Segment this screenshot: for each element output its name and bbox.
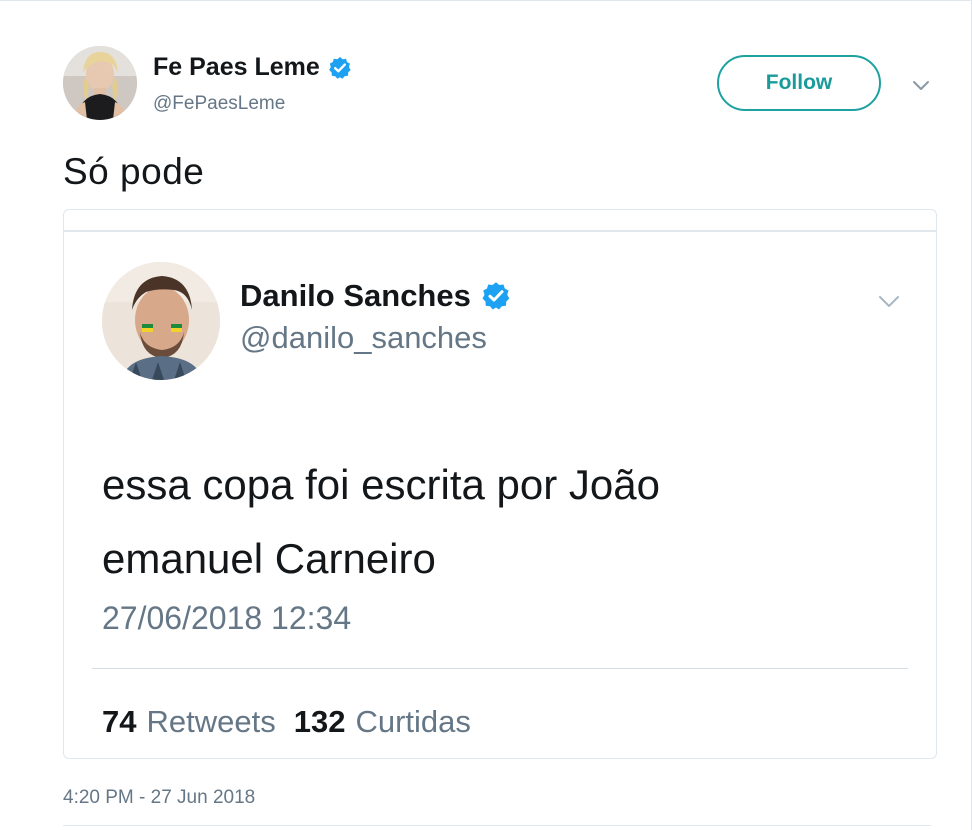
quoted-tweet-date[interactable]: 27/06/2018 12:34 <box>102 600 351 637</box>
quoted-tweet-card[interactable]: Danilo Sanches @danilo_sanches essa copa… <box>63 209 937 759</box>
likes-count: 132 <box>293 704 346 739</box>
tweet-timestamp[interactable]: 4:20 PM - 27 Jun 2018 <box>63 787 255 809</box>
tweet-text: Só pode <box>63 151 205 192</box>
author-avatar[interactable] <box>63 46 137 120</box>
retweets-stat[interactable]: 74 Retweets <box>102 704 276 740</box>
author-name-row[interactable]: Fe Paes Leme <box>153 53 352 82</box>
author-name[interactable]: Fe Paes Leme <box>153 53 320 82</box>
tweet-page: Fe Paes Leme @FePaesLeme Follow Só pode <box>0 0 972 830</box>
quote-top-divider <box>64 230 936 232</box>
quoted-author-name[interactable]: Danilo Sanches <box>240 278 471 314</box>
retweets-label: Retweets <box>146 704 276 739</box>
quoted-tweet-text: essa copa foi escrita por João emanuel C… <box>102 461 660 582</box>
follow-button[interactable]: Follow <box>717 55 881 111</box>
chevron-down-icon[interactable] <box>908 75 934 95</box>
retweets-count: 74 <box>102 704 137 739</box>
quote-stats-divider <box>92 668 908 669</box>
author-avatar-image <box>63 46 137 120</box>
quoted-author-avatar[interactable] <box>102 262 220 380</box>
quoted-author-name-row[interactable]: Danilo Sanches <box>240 278 511 314</box>
chevron-down-icon[interactable] <box>874 290 904 312</box>
likes-label: Curtidas <box>355 704 471 739</box>
verified-badge-icon <box>328 56 352 80</box>
likes-stat[interactable]: 132 Curtidas <box>294 704 471 740</box>
quoted-author-handle[interactable]: @danilo_sanches <box>240 320 487 356</box>
bottom-divider <box>63 825 931 826</box>
quoted-author-avatar-image <box>102 262 220 380</box>
verified-badge-icon <box>481 281 511 311</box>
quoted-tweet-stats: 74 Retweets 132 Curtidas <box>102 704 471 740</box>
author-handle[interactable]: @FePaesLeme <box>153 93 285 115</box>
